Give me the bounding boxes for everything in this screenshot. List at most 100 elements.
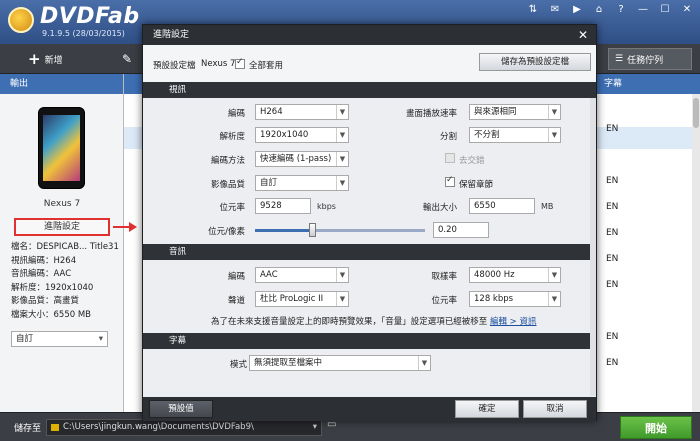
dialog-close-icon[interactable]: ✕: [578, 25, 588, 45]
frame-rate-select[interactable]: 與來源相同 ▼: [469, 104, 561, 120]
bits-per-pixel-label: 位元/像素: [208, 227, 245, 237]
chevron-down-icon: ▼: [336, 176, 348, 190]
edit-info-link[interactable]: 編輯 > 資訊: [490, 317, 537, 327]
list-icon: ☰: [615, 54, 624, 64]
output-header: 輸出: [0, 74, 123, 94]
scrollbar-thumb[interactable]: [693, 98, 699, 128]
subtitle-cell: EN: [606, 228, 619, 238]
close-icon[interactable]: ✕: [680, 4, 694, 15]
audio-bitrate-select[interactable]: 128 kbps ▼: [469, 291, 561, 307]
split-value: 不分割: [474, 130, 500, 140]
apply-all-checkbox[interactable]: [235, 57, 245, 69]
youtube-icon[interactable]: ▶: [570, 4, 584, 15]
list-scrollbar[interactable]: [692, 94, 700, 412]
chevron-down-icon: ▼: [548, 292, 560, 306]
chevron-down-icon: ▼: [548, 105, 560, 119]
video-section-header[interactable]: 視訊: [143, 82, 596, 98]
save-as-preset-button[interactable]: 儲存為預設設定檔: [479, 53, 591, 71]
audio-codec-label: 編碼: [227, 272, 245, 282]
info-video-codec: 視訊編碼：H264: [11, 255, 77, 266]
profile-select[interactable]: 自訂 ▾: [11, 331, 108, 347]
encode-method-select[interactable]: 快速編碼 (1-pass) ▼: [255, 151, 349, 167]
chevron-down-icon: ▼: [336, 292, 348, 306]
red-arrow-icon: [113, 222, 137, 232]
edit-icon[interactable]: ✎: [122, 49, 132, 69]
channels-select[interactable]: 杜比 ProLogic II ▼: [255, 291, 349, 307]
video-bitrate-label: 位元率: [219, 203, 245, 213]
subtitle-column-header: 字幕: [604, 79, 623, 89]
update-icon[interactable]: ⇅: [526, 4, 540, 15]
subtitle-mode-value: 無須提取至檔案中: [254, 358, 323, 368]
encode-method-value: 快速編碼 (1-pass): [260, 154, 332, 164]
output-size-unit: MB: [541, 202, 554, 211]
sample-rate-select[interactable]: 48000 Hz ▼: [469, 267, 561, 283]
chevron-down-icon: ▼: [336, 152, 348, 166]
quality-select[interactable]: 自訂 ▼: [255, 175, 349, 191]
defaults-button[interactable]: 預設值: [149, 400, 213, 418]
preset-label: 預設設定檔: [153, 61, 196, 71]
home-icon[interactable]: ⌂: [592, 4, 606, 15]
subtitle-cell: EN: [606, 254, 619, 264]
bits-per-pixel-slider-thumb[interactable]: [309, 223, 316, 237]
subtitle-cell: EN: [606, 280, 619, 290]
bits-per-pixel-slider-fill: [255, 229, 312, 232]
dvdfab-logo-icon: [8, 7, 34, 33]
video-codec-label: 編碼: [227, 109, 245, 119]
info-resolution: 解析度：1920x1040: [11, 282, 94, 293]
chevron-down-icon: ▼: [418, 356, 430, 370]
chevron-down-icon: ▼: [548, 268, 560, 282]
bits-per-pixel-input[interactable]: 0.20: [433, 222, 489, 238]
ok-button[interactable]: 確定: [455, 400, 519, 418]
minimize-icon[interactable]: —: [636, 4, 650, 15]
chevron-down-icon: ▾: [312, 422, 317, 432]
maximize-icon[interactable]: ☐: [658, 4, 672, 15]
save-path-value: C:\Users\jingkun.wang\Documents\DVDFab9\: [63, 422, 254, 432]
save-path-select[interactable]: C:\Users\jingkun.wang\Documents\DVDFab9\…: [46, 419, 322, 436]
audio-bitrate-label: 位元率: [431, 296, 457, 306]
subtitle-mode-select[interactable]: 無須提取至檔案中 ▼: [249, 355, 431, 371]
subtitle-mode-label: 模式: [229, 360, 247, 370]
frame-rate-value: 與來源相同: [474, 107, 517, 117]
video-bitrate-value: 9528: [260, 201, 282, 211]
channels-label: 聲道: [227, 296, 245, 306]
tablet-screen: [43, 115, 80, 181]
info-filename: 檔名：DESPICAB... Title31: [11, 242, 119, 252]
message-icon[interactable]: ✉: [548, 4, 562, 15]
app-version: 9.1.9.5 (28/03/2015): [42, 29, 125, 38]
chevron-down-icon: ▼: [336, 128, 348, 142]
task-queue-button[interactable]: ☰ 任務佇列: [608, 48, 692, 70]
output-size-value: 6550: [474, 201, 496, 211]
apply-all-label: 全部套用: [249, 61, 284, 71]
add-button[interactable]: + 新增: [28, 49, 63, 69]
subtitle-cell: EN: [606, 176, 619, 186]
subtitle-cell: EN: [606, 124, 619, 134]
audio-section-header[interactable]: 音訊: [143, 244, 596, 260]
resolution-select[interactable]: 1920x1040 ▼: [255, 127, 349, 143]
split-select[interactable]: 不分割 ▼: [469, 127, 561, 143]
dialog-title: 進階設定: [143, 25, 596, 45]
preset-row: 預設設定檔 Nexus 7 全部套用 儲存為預設設定檔: [143, 45, 596, 83]
cancel-button[interactable]: 取消: [523, 400, 587, 418]
info-file-size: 檔案大小：6550 MB: [11, 309, 91, 320]
keep-chapters-checkbox[interactable]: [445, 175, 455, 187]
chevron-down-icon: ▼: [548, 128, 560, 142]
chevron-down-icon: ▼: [336, 268, 348, 282]
preset-name: Nexus 7: [201, 59, 236, 69]
save-to-label: 儲存至: [14, 424, 42, 434]
advanced-settings-dialog: 進階設定 ✕ 預設設定檔 Nexus 7 全部套用 儲存為預設設定檔 視訊 編碼…: [142, 24, 597, 421]
output-size-label: 輸出大小: [422, 203, 457, 213]
output-size-input[interactable]: 6550: [469, 198, 535, 214]
audio-codec-select[interactable]: AAC ▼: [255, 267, 349, 283]
dialog-scrollbar[interactable]: [590, 98, 596, 396]
advanced-settings-button[interactable]: 進階設定: [14, 218, 110, 236]
video-bitrate-unit: kbps: [317, 202, 336, 211]
video-codec-select[interactable]: H264 ▼: [255, 104, 349, 120]
help-icon[interactable]: ?: [614, 4, 628, 15]
subtitle-section-header[interactable]: 字幕: [143, 333, 596, 349]
deinterlace-label: 去交錯: [459, 156, 485, 166]
deinterlace-checkbox[interactable]: [445, 153, 455, 163]
start-button[interactable]: 開始: [620, 416, 692, 439]
encode-method-label: 編碼方法: [210, 156, 245, 166]
browse-folder-icon[interactable]: ▭: [327, 419, 343, 436]
video-bitrate-input[interactable]: 9528: [255, 198, 311, 214]
